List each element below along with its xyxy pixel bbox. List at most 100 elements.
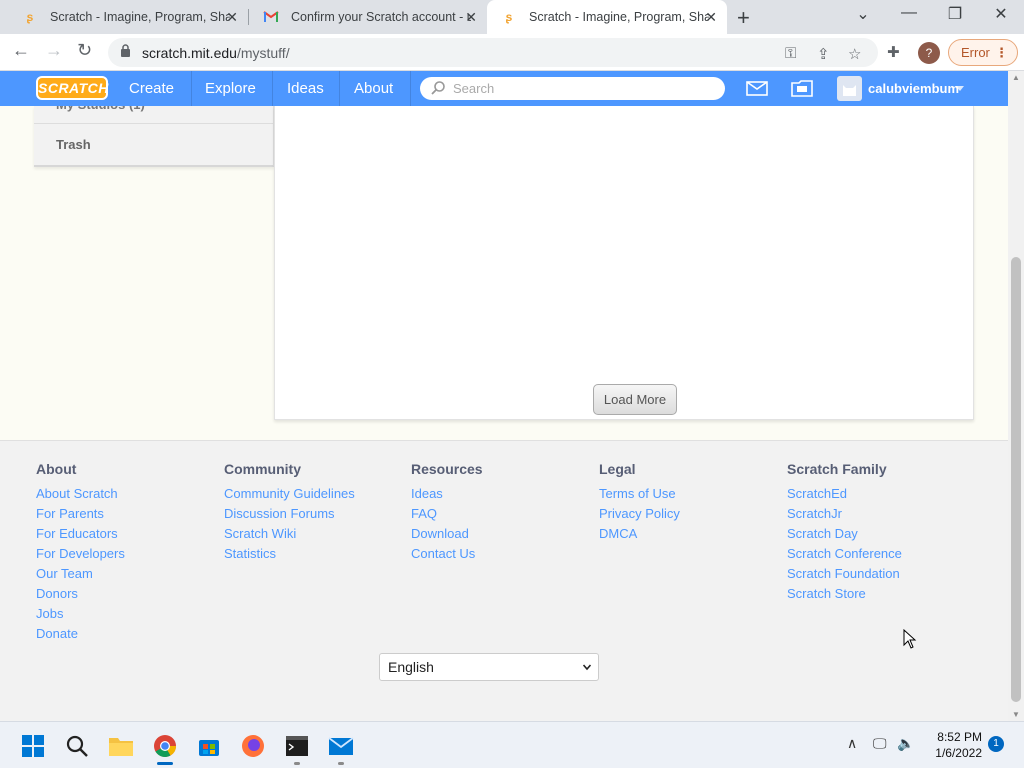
footer-link[interactable]: Download [411, 524, 483, 544]
footer-link[interactable]: ScratchEd [787, 484, 902, 504]
network-icon[interactable]: 🖵 [873, 735, 887, 752]
footer-link[interactable]: FAQ [411, 504, 483, 524]
footer-link[interactable]: For Parents [36, 504, 125, 524]
windows-start-icon[interactable] [20, 733, 46, 759]
scroll-up-arrow-icon[interactable]: ▲ [1012, 73, 1020, 82]
forward-arrow-icon[interactable]: → [45, 40, 63, 61]
language-select[interactable]: English [379, 653, 599, 681]
sidebar-item-trash[interactable]: Trash [56, 137, 91, 152]
firefox-icon[interactable] [240, 733, 266, 759]
url-text: scratch.mit.edu/mystuff/ [142, 45, 290, 61]
footer-link[interactable]: Community Guidelines [224, 484, 355, 504]
mouse-cursor-icon [903, 629, 917, 649]
window-close-icon[interactable]: ✕ [981, 4, 1021, 24]
browser-tab-2[interactable]: Confirm your Scratch account - u ✕ [249, 0, 487, 34]
account-dropdown-caret-icon[interactable] [956, 86, 964, 91]
footer-link[interactable]: For Developers [36, 544, 125, 564]
tab-search-chevron-icon[interactable]: ⌄ [843, 4, 883, 24]
footer-link[interactable]: Donate [36, 624, 125, 644]
chrome-active-indicator [157, 762, 173, 765]
taskbar-search-icon[interactable] [64, 733, 90, 759]
share-icon[interactable]: ⇪ [817, 45, 830, 63]
footer-link[interactable]: Privacy Policy [599, 504, 680, 524]
scrollbar-thumb[interactable] [1011, 257, 1021, 702]
microsoft-store-icon[interactable] [196, 733, 222, 759]
cat-avatar-icon [843, 85, 856, 96]
footer-col-community: Community Community Guidelines Discussio… [224, 461, 355, 564]
minimize-icon[interactable]: — [889, 4, 929, 22]
username-label[interactable]: calubviembum [868, 71, 959, 106]
sidebar-divider [34, 123, 274, 124]
search-placeholder: Search [453, 81, 495, 96]
browser-tab-3-active[interactable]: ʂ Scratch - Imagine, Program, Share ✕ [487, 0, 727, 34]
terminal-icon[interactable] [284, 733, 310, 759]
nav-create[interactable]: Create [117, 71, 186, 106]
scratch-favicon-icon: ʂ [505, 10, 513, 24]
page-scrollbar[interactable]: ▲ ▼ [1008, 71, 1024, 721]
footer-link[interactable]: Scratch Conference [787, 544, 902, 564]
show-hidden-icons-chevron-icon[interactable]: ∧ [847, 735, 857, 752]
footer-link[interactable]: ScratchJr [787, 504, 902, 524]
bookmark-star-icon[interactable]: ☆ [848, 45, 861, 63]
nav-divider [272, 71, 273, 106]
footer-link[interactable]: Scratch Wiki [224, 524, 355, 544]
new-tab-plus-icon[interactable]: + [737, 5, 750, 31]
footer-link[interactable]: Discussion Forums [224, 504, 355, 524]
footer-link[interactable]: Ideas [411, 484, 483, 504]
url-host: scratch.mit.edu [142, 45, 237, 61]
footer-link[interactable]: About Scratch [36, 484, 125, 504]
browser-tab-1[interactable]: ʂ Scratch - Imagine, Program, Share ✕ [8, 0, 248, 34]
browser-tab-strip: ʂ Scratch - Imagine, Program, Share ✕ Co… [0, 0, 1024, 34]
scratch-logo[interactable]: SCRATCH [36, 76, 108, 100]
footer-heading: About [36, 461, 77, 477]
language-selected-value: English [388, 659, 434, 675]
chevron-down-icon [583, 664, 591, 671]
footer-link[interactable]: Terms of Use [599, 484, 680, 504]
footer-link[interactable]: Contact Us [411, 544, 483, 564]
terminal-open-indicator [294, 762, 300, 765]
footer-link[interactable]: Our Team [36, 564, 125, 584]
tab-close-icon[interactable]: ✕ [465, 9, 477, 26]
nav-about[interactable]: About [342, 71, 405, 106]
tab-close-icon[interactable]: ✕ [705, 9, 717, 26]
footer-link[interactable]: Donors [36, 584, 125, 604]
nav-ideas[interactable]: Ideas [275, 71, 336, 106]
system-clock[interactable]: 8:52 PM 1/6/2022 [928, 729, 982, 761]
footer-col-legal: Legal Terms of Use Privacy Policy DMCA [599, 461, 680, 544]
search-icon [431, 81, 445, 95]
back-arrow-icon[interactable]: ← [12, 40, 30, 61]
address-bar[interactable]: scratch.mit.edu/mystuff/ ⚿ ⇪ ☆ [108, 38, 878, 67]
footer-heading: Resources [411, 461, 483, 477]
reload-icon[interactable]: ↻ [77, 40, 92, 61]
site-search-input[interactable]: Search [420, 77, 725, 100]
tab-close-icon[interactable]: ✕ [226, 9, 238, 26]
user-avatar[interactable] [837, 76, 862, 101]
messages-envelope-icon[interactable] [746, 81, 768, 96]
clock-date: 1/6/2022 [935, 746, 982, 760]
nav-explore[interactable]: Explore [193, 71, 268, 106]
chrome-icon[interactable] [152, 733, 178, 759]
profile-avatar[interactable]: ? [918, 42, 940, 64]
scroll-down-arrow-icon[interactable]: ▼ [1012, 710, 1020, 719]
footer-link[interactable]: Jobs [36, 604, 125, 624]
volume-icon[interactable]: 🔈 [897, 735, 914, 752]
key-icon[interactable]: ⚿ [785, 45, 796, 62]
footer-link[interactable]: Statistics [224, 544, 355, 564]
footer-link[interactable]: DMCA [599, 524, 680, 544]
notification-badge[interactable]: 1 [988, 736, 1004, 752]
footer-link[interactable]: For Educators [36, 524, 125, 544]
restore-icon[interactable]: ❐ [935, 4, 975, 24]
lock-icon [121, 44, 130, 57]
footer-link[interactable]: Scratch Day [787, 524, 902, 544]
nav-divider [339, 71, 340, 106]
tab-title: Confirm your Scratch account - u [291, 10, 471, 24]
mail-icon[interactable] [328, 733, 354, 759]
extensions-puzzle-icon[interactable]: ✚ [887, 43, 900, 61]
gmail-favicon-icon [263, 9, 279, 25]
my-stuff-folder-icon[interactable] [790, 78, 814, 98]
footer-link[interactable]: Scratch Store [787, 584, 902, 604]
load-more-button[interactable]: Load More [593, 384, 677, 415]
error-button[interactable]: Error ⋮ [948, 39, 1018, 66]
file-explorer-icon[interactable] [108, 733, 134, 759]
footer-link[interactable]: Scratch Foundation [787, 564, 902, 584]
